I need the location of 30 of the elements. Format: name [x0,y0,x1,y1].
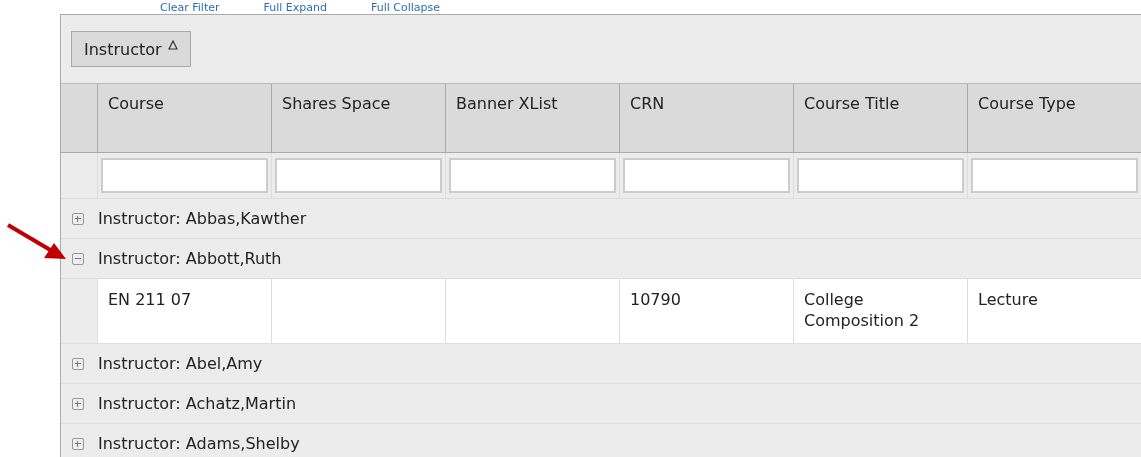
expand-icon[interactable] [72,212,84,225]
group-chip[interactable]: Instructor [71,31,191,67]
column-header[interactable]: Shares Space [271,84,445,153]
column-header[interactable]: CRN [619,84,793,153]
expand-icon[interactable] [72,397,84,410]
table-cell: EN 211 07 [97,279,271,344]
toolbar-link[interactable]: Full Expand [263,1,327,14]
table-cell: College Composition 2 [793,279,967,344]
group-label: Instructor: Abbas,Kawther [98,209,307,228]
column-header[interactable]: Banner XList [445,84,619,153]
filter-field[interactable] [971,158,1138,193]
group-label: Instructor: Abel,Amy [98,354,263,373]
filter-field[interactable] [275,158,442,193]
group-label: Instructor: Abbott,Ruth [98,249,282,268]
collapse-icon[interactable] [72,252,84,265]
column-header[interactable]: Course Type [967,84,1141,153]
toolbar-link[interactable]: Clear Filter [160,1,220,14]
table-cell: 10790 [619,279,793,344]
filter-field[interactable] [449,158,616,193]
expand-icon[interactable] [72,437,84,450]
toolbar-link[interactable]: Full Collapse [370,1,441,14]
group-label: Instructor: Achatz,Martin [98,394,297,413]
group-label: Instructor: Adams,Shelby [98,434,300,453]
filter-field[interactable] [101,158,268,193]
filter-field[interactable] [623,158,790,193]
column-header[interactable]: Course [97,84,271,153]
column-header[interactable]: Course Title [793,84,967,153]
filter-field[interactable] [797,158,964,193]
expand-icon[interactable] [72,357,84,370]
table-cell: Lecture [967,279,1141,344]
